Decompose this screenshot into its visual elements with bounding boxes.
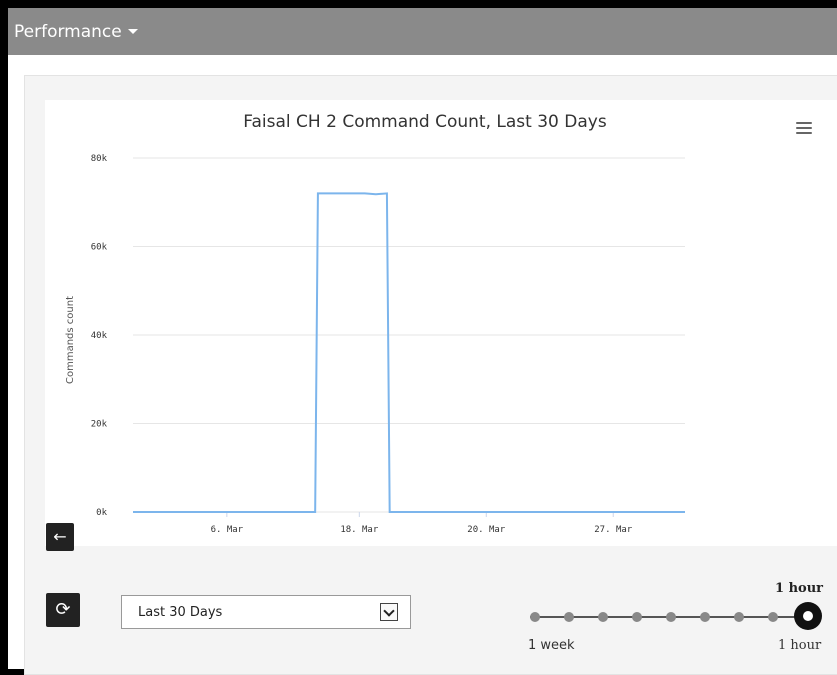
slider-stop[interactable] — [768, 612, 778, 622]
slider-stop[interactable] — [632, 612, 642, 622]
y-tick-label: 80k — [91, 154, 108, 164]
slider-stop[interactable] — [700, 612, 710, 622]
series — [133, 192, 685, 513]
y-tick-label: 60k — [91, 243, 108, 253]
y-axis-label: Commands count — [65, 296, 76, 384]
slider-stop[interactable] — [564, 612, 574, 622]
slider-handle[interactable] — [794, 602, 822, 630]
chevron-down-icon[interactable] — [380, 603, 398, 621]
slider-stop[interactable] — [530, 612, 540, 622]
chart-menu-icon[interactable] — [796, 122, 812, 136]
time-range-value: Last 30 Days — [138, 605, 223, 620]
app-frame: Performance Faisal CH 2 Command Count, L… — [0, 0, 837, 675]
x-tick-label: 27. Mar — [594, 525, 633, 535]
slider-stop[interactable] — [734, 612, 744, 622]
slider-current-label: 1 hour — [775, 581, 823, 596]
chevron-down-icon — [127, 29, 138, 34]
x-tick-label: 6. Mar — [211, 525, 244, 535]
slider-stop[interactable] — [666, 612, 676, 622]
chart-container: Faisal CH 2 Command Count, Last 30 Days … — [45, 100, 837, 546]
slider-max-label: 1 hour — [778, 638, 822, 653]
resolution-slider[interactable]: 1 hour 1 week 1 hour — [520, 576, 837, 656]
y-tick-label: 0k — [96, 508, 107, 518]
y-tick-label: 20k — [91, 420, 108, 430]
time-range-select[interactable]: Last 30 Days — [121, 595, 411, 629]
performance-dropdown[interactable]: Performance — [8, 8, 837, 55]
refresh-icon: ⟳ — [55, 599, 71, 620]
grid — [133, 157, 685, 513]
slider-stop[interactable] — [598, 612, 608, 622]
arrow-left-icon: ← — [53, 527, 67, 546]
slider-min-label: 1 week — [528, 638, 575, 653]
x-tick-label: 18. Mar — [340, 525, 379, 535]
x-tick-label: 20. Mar — [467, 525, 506, 535]
y-tick-label: 40k — [91, 331, 108, 341]
back-button[interactable]: ← — [46, 523, 74, 551]
series-line — [133, 192, 685, 513]
x-ticks: 6. Mar 18. Mar 20. Mar 27. Mar — [211, 512, 633, 535]
chart-title: Faisal CH 2 Command Count, Last 30 Days — [243, 112, 607, 132]
refresh-button[interactable]: ⟳ — [46, 593, 80, 627]
header-title: Performance — [14, 21, 122, 42]
chart-svg: Faisal CH 2 Command Count, Last 30 Days … — [65, 112, 685, 535]
y-ticks: 0k 20k 40k 60k 80k — [91, 154, 108, 518]
